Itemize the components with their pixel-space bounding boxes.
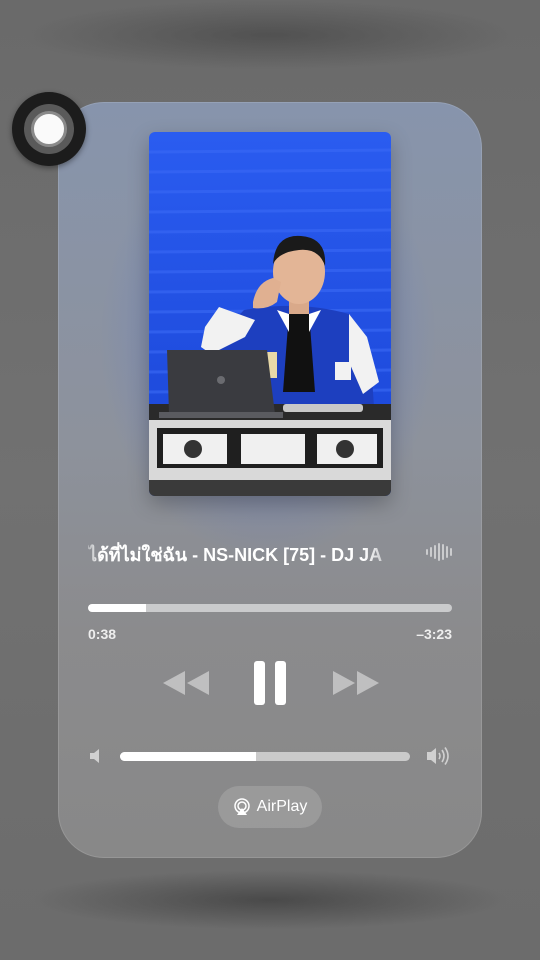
playback-progress-fill	[88, 604, 147, 612]
lock-screen: ได้ที่ไม่ใช่ฉัน - NS-NICK [75] - DJ JA 0…	[0, 0, 540, 960]
now-playing-card: ได้ที่ไม่ใช่ฉัน - NS-NICK [75] - DJ JA 0…	[58, 102, 482, 858]
blurred-background-bottom	[30, 870, 510, 930]
assistive-touch-ring	[24, 104, 74, 154]
volume-control	[88, 742, 452, 770]
airplay-icon	[233, 798, 250, 815]
speaker-high-icon	[427, 747, 449, 765]
playback-controls	[58, 658, 482, 708]
blurred-background-top	[20, 0, 520, 70]
album-artwork	[149, 132, 391, 496]
volume-fill	[120, 752, 257, 761]
volume-slider[interactable]	[120, 752, 410, 761]
rewind-icon	[163, 671, 209, 695]
track-title-row[interactable]: ได้ที่ไม่ใช่ฉัน - NS-NICK [75] - DJ JA	[88, 538, 452, 566]
pause-icon	[254, 661, 286, 705]
elapsed-time: 0:38	[88, 626, 117, 642]
fast-forward-icon	[333, 671, 379, 695]
remaining-time: –3:23	[416, 626, 452, 642]
airplay-button[interactable]: AirPlay	[218, 786, 322, 828]
audio-waveform-icon	[426, 542, 452, 562]
next-track-button[interactable]	[326, 658, 386, 708]
play-pause-button[interactable]	[240, 658, 300, 708]
assistive-touch-button[interactable]	[12, 92, 86, 166]
airplay-label: AirPlay	[256, 798, 308, 815]
speaker-low-icon	[90, 749, 99, 763]
playback-scrubber[interactable]	[88, 604, 452, 612]
track-title: ได้ที่ไม่ใช่ฉัน - NS-NICK [75] - DJ JA	[88, 545, 383, 565]
previous-track-button[interactable]	[156, 658, 216, 708]
album-artwork-image	[149, 132, 391, 496]
assistive-touch-icon	[31, 111, 67, 147]
